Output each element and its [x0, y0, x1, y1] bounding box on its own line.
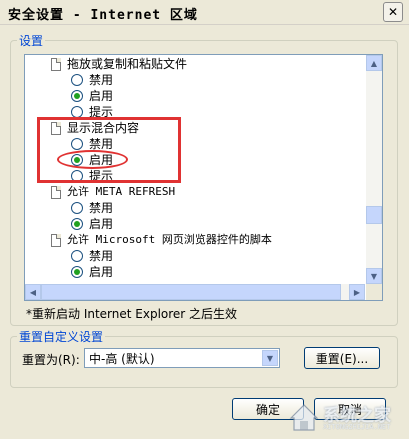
security-level-value: 中-高 (默认)	[89, 351, 155, 366]
document-icon	[51, 121, 61, 135]
ok-button-label: 确定	[255, 402, 280, 417]
document-icon	[51, 185, 61, 199]
settings-option[interactable]: 禁用	[71, 248, 113, 264]
option-label: 启用	[89, 89, 114, 103]
radio-checked-icon[interactable]	[71, 90, 83, 102]
ok-button[interactable]: 确定	[232, 398, 304, 420]
scroll-up-icon: ▲	[370, 58, 378, 68]
cancel-button[interactable]: 取消	[314, 398, 386, 420]
restart-note: *重新启动 Internet Explorer 之后生效	[26, 307, 238, 321]
settings-category[interactable]: 允许 META REFRESH	[51, 184, 175, 200]
settings-category[interactable]: 拖放或复制和粘贴文件	[51, 56, 187, 72]
settings-option[interactable]: 启用	[71, 264, 113, 280]
scroll-up-button[interactable]: ▲	[366, 55, 382, 71]
category-label: 允许 Microsoft 网页浏览器控件的脚本	[67, 233, 272, 246]
security-level-select[interactable]: 中-高 (默认) ▼	[84, 348, 280, 368]
option-label: 禁用	[89, 201, 114, 215]
radio-unchecked-icon[interactable]	[71, 170, 83, 182]
option-label: 提示	[89, 105, 114, 119]
radio-unchecked-icon[interactable]	[71, 106, 83, 118]
scroll-right-button[interactable]: ▶	[349, 284, 365, 300]
settings-group-label: 设置	[17, 32, 46, 49]
settings-option[interactable]: 禁用	[71, 200, 113, 216]
settings-option[interactable]: 启用	[71, 152, 113, 168]
settings-option[interactable]: 启用	[71, 216, 113, 232]
document-icon	[51, 233, 61, 247]
settings-option[interactable]: 提示	[71, 168, 113, 184]
reset-button-label: 重置(E)...	[315, 351, 369, 366]
cancel-button-label: 取消	[337, 402, 362, 417]
scroll-left-button[interactable]: ◀	[25, 284, 41, 300]
settings-listbox[interactable]: 拖放或复制和粘贴文件 禁用 启用 提示 显示混合内容 禁用 启用 提示 允许 META REFR…	[24, 54, 383, 301]
scrollbar-corner	[366, 284, 382, 300]
settings-list: 拖放或复制和粘贴文件 禁用 启用 提示 显示混合内容 禁用 启用 提示 允许 META REFR…	[25, 55, 365, 284]
vertical-scroll-thumb[interactable]	[366, 206, 382, 224]
option-label: 禁用	[89, 137, 114, 151]
settings-option[interactable]: 启用	[71, 88, 113, 104]
vertical-scrollbar[interactable]: ▲ ▼	[366, 55, 382, 284]
scroll-down-button[interactable]: ▼	[366, 268, 382, 284]
category-label: 拖放或复制和粘贴文件	[67, 57, 188, 71]
reset-group-label: 重置自定义设置	[17, 328, 106, 345]
radio-unchecked-icon[interactable]	[71, 202, 83, 214]
settings-category[interactable]: 允许 Microsoft 网页浏览器控件的脚本	[51, 232, 272, 248]
settings-option[interactable]: 禁用	[71, 72, 113, 88]
settings-option[interactable]: 提示	[71, 104, 113, 120]
radio-checked-icon[interactable]	[71, 266, 83, 278]
horizontal-scroll-thumb[interactable]	[41, 284, 341, 300]
option-label: 提示	[89, 169, 114, 183]
watermark-subtext: XITONGZHIJIA.NET	[323, 423, 391, 431]
title-bar: 安全设置 - Internet 区域 ✕	[0, 0, 409, 25]
reset-button[interactable]: 重置(E)...	[304, 347, 380, 369]
option-label: 启用	[89, 265, 114, 279]
option-label: 启用	[89, 217, 114, 231]
document-icon	[51, 57, 61, 71]
window-title: 安全设置 - Internet 区域	[8, 8, 198, 23]
horizontal-scrollbar[interactable]: ◀ ▶	[25, 284, 365, 300]
scroll-down-icon: ▼	[370, 271, 378, 281]
dropdown-arrow[interactable]: ▼	[262, 350, 278, 366]
chevron-down-icon: ▼	[266, 353, 274, 363]
radio-unchecked-icon[interactable]	[71, 138, 83, 150]
settings-option[interactable]: 禁用	[71, 136, 113, 152]
reset-to-label: 重置为(R):	[22, 353, 80, 367]
close-button[interactable]: ✕	[383, 2, 403, 22]
settings-category[interactable]: 显示混合内容	[51, 120, 139, 136]
option-label: 禁用	[89, 73, 114, 87]
radio-checked-icon[interactable]	[71, 218, 83, 230]
scroll-left-icon: ◀	[29, 287, 37, 297]
radio-unchecked-icon[interactable]	[71, 250, 83, 262]
category-label: 允许 META REFRESH	[67, 185, 176, 198]
option-label: 启用	[89, 153, 114, 167]
scroll-right-icon: ▶	[353, 287, 361, 297]
option-label: 禁用	[89, 249, 114, 263]
radio-unchecked-icon[interactable]	[71, 74, 83, 86]
category-label: 显示混合内容	[67, 121, 140, 135]
close-icon: ✕	[387, 5, 399, 19]
radio-checked-icon[interactable]	[71, 154, 83, 166]
